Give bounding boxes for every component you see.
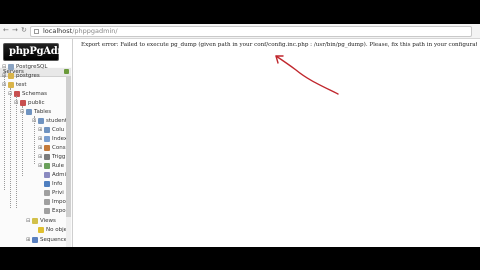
schema-icon bbox=[20, 100, 26, 106]
rules-icon bbox=[44, 163, 50, 169]
tree-item-label: Rule bbox=[52, 163, 64, 169]
privileges-icon bbox=[44, 190, 50, 196]
tree-connector bbox=[4, 70, 5, 190]
tree-item-label: Cons bbox=[52, 145, 66, 151]
browser-toolbar: ← → ↻ localhost/phppgadmin/ bbox=[0, 24, 480, 39]
back-arrow-icon[interactable]: ← bbox=[3, 26, 9, 35]
logo-text: phpPgAdmin bbox=[9, 46, 73, 57]
info-icon bbox=[44, 181, 50, 187]
forward-arrow-icon[interactable]: → bbox=[12, 26, 18, 35]
tree-item-label: Expo bbox=[52, 208, 66, 214]
tree-item-label: public bbox=[28, 100, 45, 106]
database-icon bbox=[8, 82, 14, 88]
expand-icon[interactable]: ⊞ bbox=[26, 238, 30, 243]
triggers-icon bbox=[44, 154, 50, 160]
url-host: localhost bbox=[43, 27, 73, 35]
warning-icon bbox=[38, 227, 44, 233]
expand-icon[interactable]: ⊞ bbox=[38, 146, 42, 151]
tree-connector bbox=[34, 116, 35, 164]
indexes-icon bbox=[44, 136, 50, 142]
import-icon bbox=[44, 199, 50, 205]
database-icon bbox=[8, 73, 14, 79]
columns-icon bbox=[44, 127, 50, 133]
expand-icon[interactable]: ⊞ bbox=[38, 164, 42, 169]
collapse-icon[interactable]: ⊟ bbox=[26, 219, 30, 224]
tree-scrollbar[interactable] bbox=[66, 77, 71, 247]
sequences-icon bbox=[32, 237, 38, 243]
views-icon bbox=[32, 218, 38, 224]
reload-icon[interactable]: ↻ bbox=[21, 26, 27, 35]
tree-item-label: Privi bbox=[52, 190, 64, 196]
server-icon bbox=[8, 64, 14, 70]
tables-icon bbox=[26, 109, 32, 115]
schemas-icon bbox=[14, 91, 20, 97]
refresh-icon[interactable] bbox=[64, 69, 69, 74]
tree-item-label: Colu bbox=[52, 127, 65, 133]
browser-tree-panel: phpPgAdmin Servers ⊟ PostgreSQL ⊞ postgres ⊟… bbox=[0, 39, 73, 247]
tree-connector bbox=[16, 96, 17, 208]
tree-connector bbox=[22, 106, 23, 176]
tree-item-label: test bbox=[16, 82, 27, 88]
url-path: /phppgadmin/ bbox=[72, 27, 118, 35]
export-error-message: Export error: Failed to execute pg_dump … bbox=[81, 42, 477, 48]
tree-item-label: Trigg bbox=[52, 154, 66, 160]
tree-item-label: PostgreSQL bbox=[16, 64, 48, 70]
expand-icon[interactable]: ⊞ bbox=[38, 128, 42, 133]
tree-item-label: Admi bbox=[52, 172, 67, 178]
admin-icon bbox=[44, 172, 50, 178]
tree-item-label: Index bbox=[52, 136, 68, 142]
url-text[interactable]: localhost/phppgadmin/ bbox=[43, 27, 118, 36]
tree-item-label: Tables bbox=[34, 109, 52, 115]
logo-badge: phpPgAdmin bbox=[3, 43, 72, 61]
scrollbar-thumb[interactable] bbox=[66, 77, 71, 217]
page-icon bbox=[34, 29, 39, 34]
table-icon bbox=[38, 118, 44, 124]
constraints-icon bbox=[44, 145, 50, 151]
browser-screen: ← → ↻ localhost/phppgadmin/ phpPgAdmin S… bbox=[0, 24, 480, 247]
tree-item-label: Views bbox=[40, 218, 56, 224]
address-bar[interactable]: localhost/phppgadmin/ bbox=[30, 26, 472, 37]
tree-item-label: student bbox=[46, 118, 68, 124]
tree-item-label: Info bbox=[52, 181, 63, 187]
tree-item-label: postgres bbox=[16, 73, 40, 79]
tree-item-label: Schemas bbox=[22, 91, 47, 97]
tree-item-label: Impo bbox=[52, 199, 66, 205]
content-panel: Export error: Failed to execute pg_dump … bbox=[73, 39, 480, 247]
tree-item-label: No obje bbox=[46, 227, 67, 233]
export-icon bbox=[44, 208, 50, 214]
expand-icon[interactable]: ⊞ bbox=[38, 137, 42, 142]
expand-icon[interactable]: ⊞ bbox=[38, 155, 42, 160]
tree-connector bbox=[10, 88, 11, 208]
